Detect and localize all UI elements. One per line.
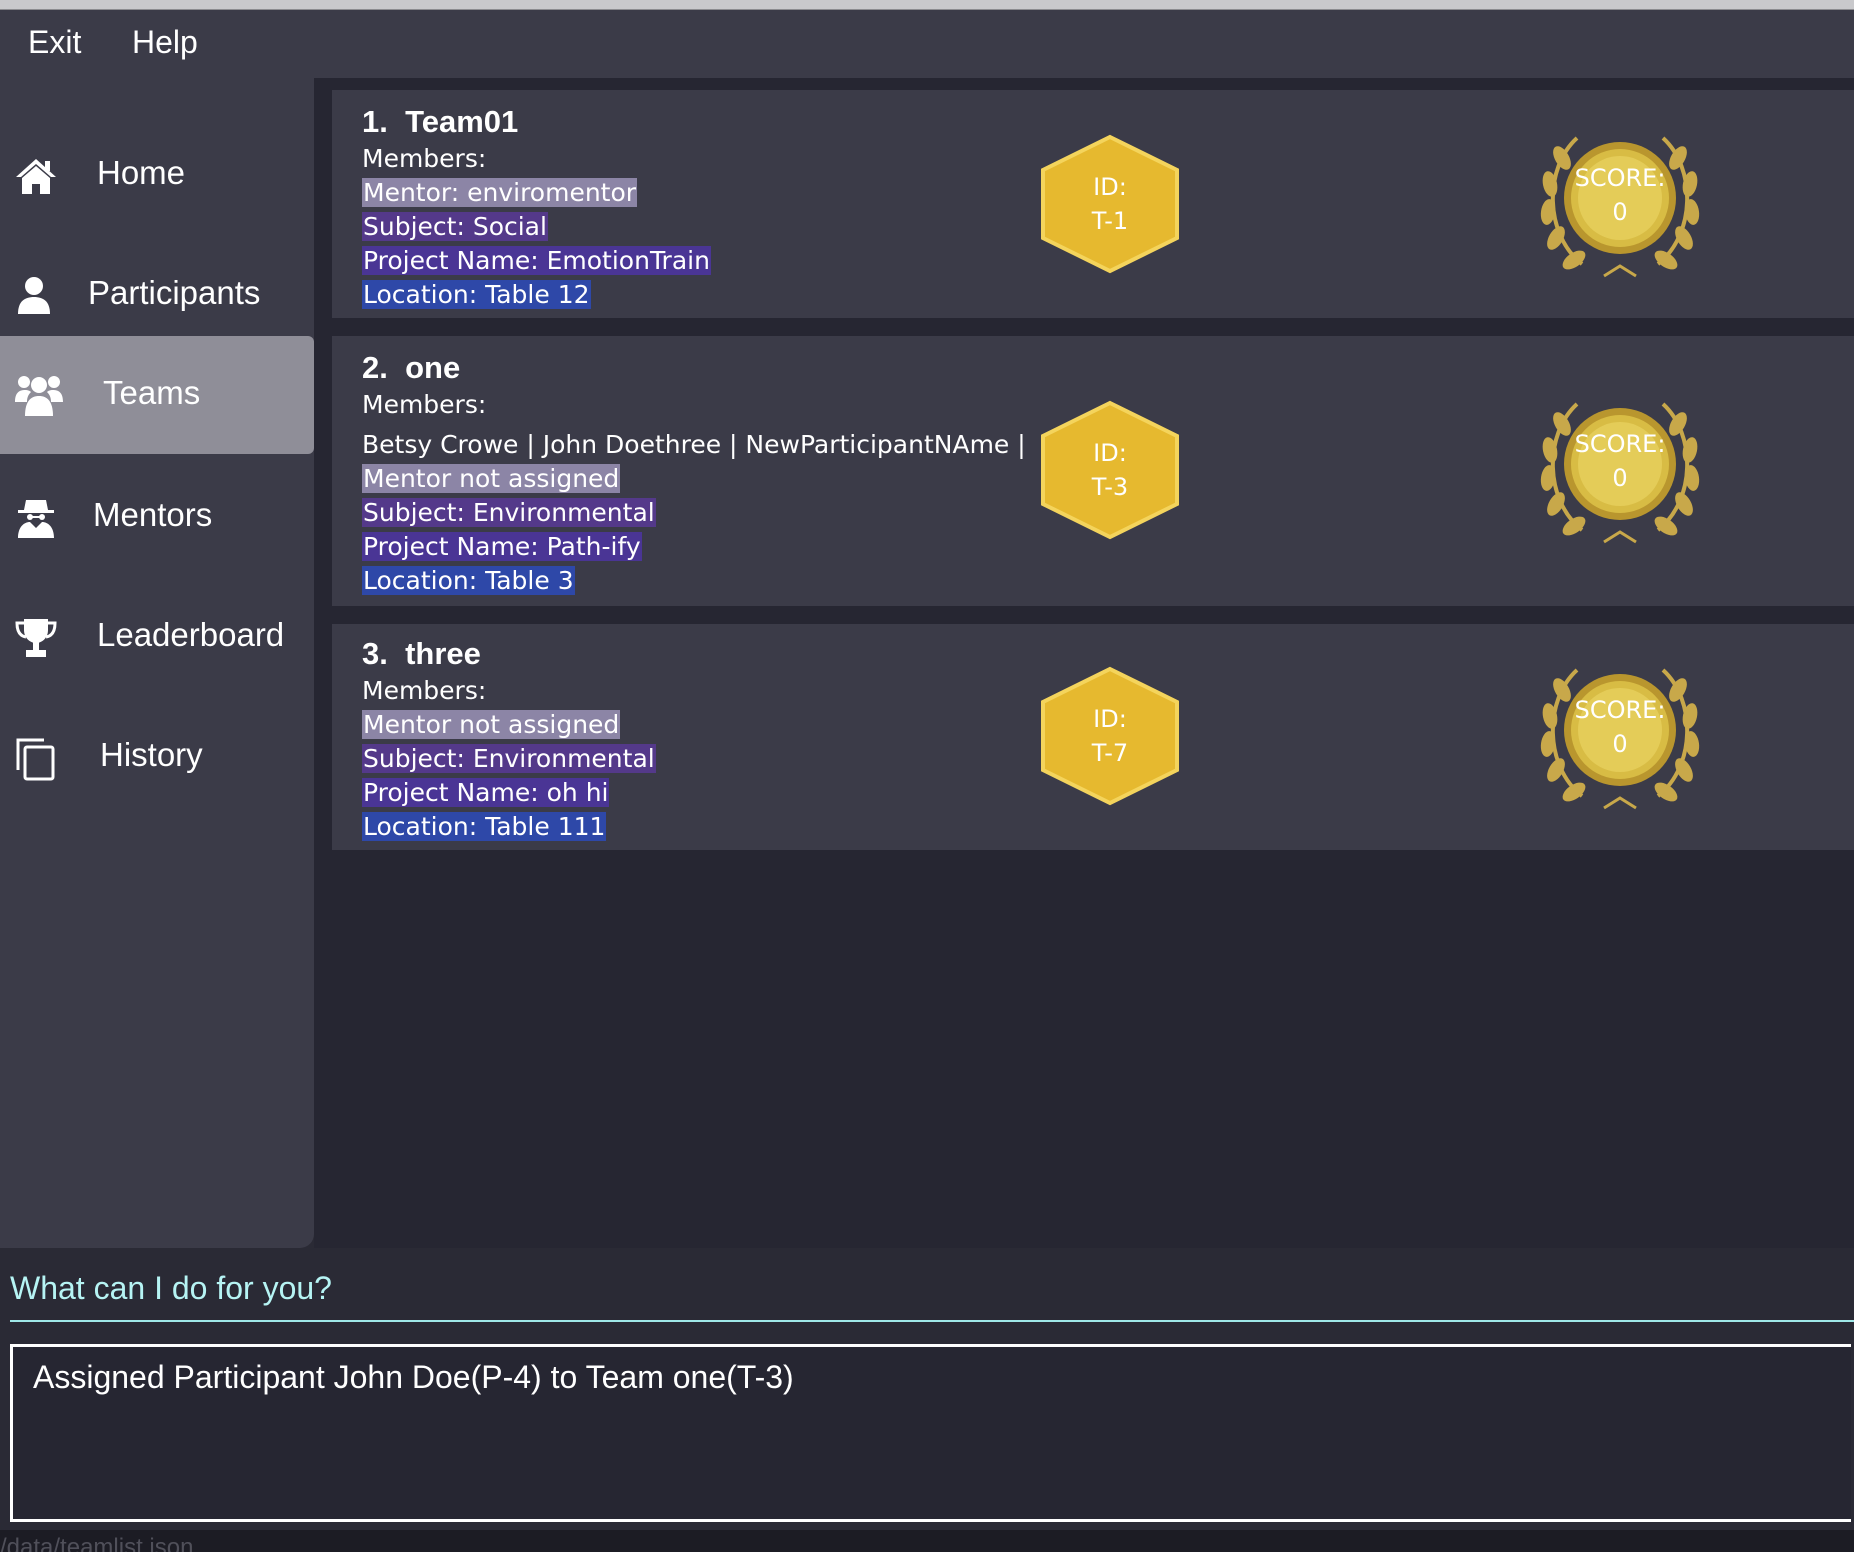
subject-field: Subject: Social	[362, 212, 548, 241]
sidebar-item-history[interactable]: History	[0, 698, 314, 816]
score-medal: SCORE: 0	[1522, 648, 1718, 824]
members-label: Members:	[362, 144, 487, 173]
score-value: 0	[1612, 464, 1628, 492]
mentor-field: Mentor not assigned	[362, 464, 621, 493]
members-label: Members:	[362, 390, 487, 419]
score-value: 0	[1612, 730, 1628, 758]
sidebar: Home Participants Teams Mentors Leaderbo…	[0, 78, 314, 1248]
sidebar-item-label: History	[100, 736, 203, 773]
id-label: ID:	[1093, 705, 1127, 733]
team-id-badge: ID: T-3	[1038, 400, 1182, 540]
score-medal: SCORE: 0	[1522, 382, 1718, 558]
team-index: 1.	[362, 104, 388, 139]
person-icon	[14, 274, 58, 318]
result-display[interactable]: Assigned Participant John Doe(P-4) to Te…	[10, 1344, 1851, 1522]
id-label: ID:	[1093, 173, 1127, 201]
team-card[interactable]: 1. Team01 Members: Mentor: enviromentor …	[332, 90, 1854, 318]
score-medal: SCORE: 0	[1522, 116, 1718, 292]
team-name: three	[405, 636, 481, 671]
team-index: 2.	[362, 350, 388, 385]
spy-icon	[14, 496, 58, 540]
sidebar-item-label: Leaderboard	[97, 616, 285, 653]
sidebar-item-home[interactable]: Home	[0, 116, 314, 234]
window-title-strip	[0, 0, 1854, 10]
team-id: T-1	[1091, 207, 1129, 235]
team-name: Team01	[405, 104, 519, 139]
team-id: T-3	[1091, 473, 1129, 501]
team-title: 1. Team01	[362, 102, 711, 142]
exit-menu[interactable]: Exit	[28, 24, 81, 61]
team-name: one	[405, 350, 461, 385]
sidebar-item-mentors[interactable]: Mentors	[0, 458, 314, 576]
project-name-field: Project Name: oh hi	[362, 778, 610, 807]
location-field: Location: Table 3	[362, 566, 575, 595]
team-id-badge: ID: T-1	[1038, 134, 1182, 274]
sidebar-item-leaderboard[interactable]: Leaderboard	[0, 578, 314, 696]
subject-field: Subject: Environmental	[362, 498, 656, 527]
score-label: SCORE:	[1574, 164, 1666, 192]
sidebar-item-teams[interactable]: Teams	[0, 336, 314, 454]
team-id-badge: ID: T-7	[1038, 666, 1182, 806]
sidebar-item-label: Home	[97, 154, 186, 191]
team-title: 3. three	[362, 634, 656, 674]
group-icon	[14, 372, 63, 416]
command-underline	[10, 1320, 1854, 1322]
team-title: 2. one	[362, 348, 1026, 388]
id-label: ID:	[1093, 439, 1127, 467]
score-label: SCORE:	[1574, 696, 1666, 724]
help-menu[interactable]: Help	[132, 24, 198, 61]
score-value: 0	[1612, 198, 1628, 226]
copy-icon	[14, 736, 58, 781]
team-index: 3.	[362, 636, 388, 671]
sidebar-item-label: Mentors	[93, 496, 213, 533]
project-name-field: Project Name: EmotionTrain	[362, 246, 711, 275]
mentor-field: Mentor: enviromentor	[362, 178, 638, 207]
team-card[interactable]: 3. three Members: Mentor not assigned Su…	[332, 624, 1854, 850]
mentor-field: Mentor not assigned	[362, 710, 621, 739]
location-field: Location: Table 12	[362, 280, 591, 309]
status-bar: /data/teamlist.json	[0, 1530, 1854, 1552]
members-list: Betsy Crowe | John Doethree | NewPartici…	[362, 430, 1026, 459]
subject-field: Subject: Environmental	[362, 744, 656, 773]
menu-bar: Exit Help	[0, 10, 1854, 78]
result-message: Assigned Participant John Doe(P-4) to Te…	[33, 1359, 794, 1395]
team-list: 1. Team01 Members: Mentor: enviromentor …	[314, 78, 1854, 1248]
project-name-field: Project Name: Path-ify	[362, 532, 642, 561]
location-field: Location: Table 111	[362, 812, 607, 841]
home-icon	[14, 154, 58, 198]
sidebar-item-label: Teams	[103, 374, 201, 411]
status-file-path: /data/teamlist.json	[0, 1534, 194, 1552]
members-label: Members:	[362, 676, 487, 705]
trophy-icon	[14, 616, 58, 660]
command-input[interactable]: What can I do for you?	[10, 1270, 332, 1307]
score-label: SCORE:	[1574, 430, 1666, 458]
team-card[interactable]: 2. one Members: Betsy Crowe | John Doeth…	[332, 336, 1854, 606]
sidebar-item-label: Participants	[88, 274, 261, 311]
team-id: T-7	[1091, 739, 1129, 767]
